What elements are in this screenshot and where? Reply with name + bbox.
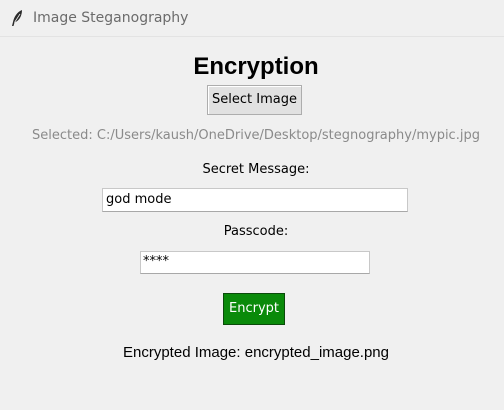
passcode-label: Passcode:: [223, 224, 289, 239]
window-title: Image Steganography: [33, 10, 189, 26]
selected-file-path: Selected: C:/Users/kaush/OneDrive/Deskto…: [32, 128, 480, 143]
passcode-input[interactable]: ****: [140, 251, 370, 274]
encryption-result: Encrypted Image: encrypted_image.png: [123, 344, 389, 361]
app-window: Image Steganography Encryption Select Im…: [0, 0, 504, 410]
title-bar[interactable]: Image Steganography: [0, 0, 504, 37]
secret-message-input[interactable]: god mode: [102, 188, 408, 212]
feather-icon: [12, 10, 22, 26]
secret-message-label: Secret Message:: [202, 162, 310, 177]
select-image-button[interactable]: Select Image: [207, 85, 302, 115]
encrypt-button[interactable]: Encrypt: [223, 293, 285, 325]
page-title: Encryption: [193, 53, 319, 80]
